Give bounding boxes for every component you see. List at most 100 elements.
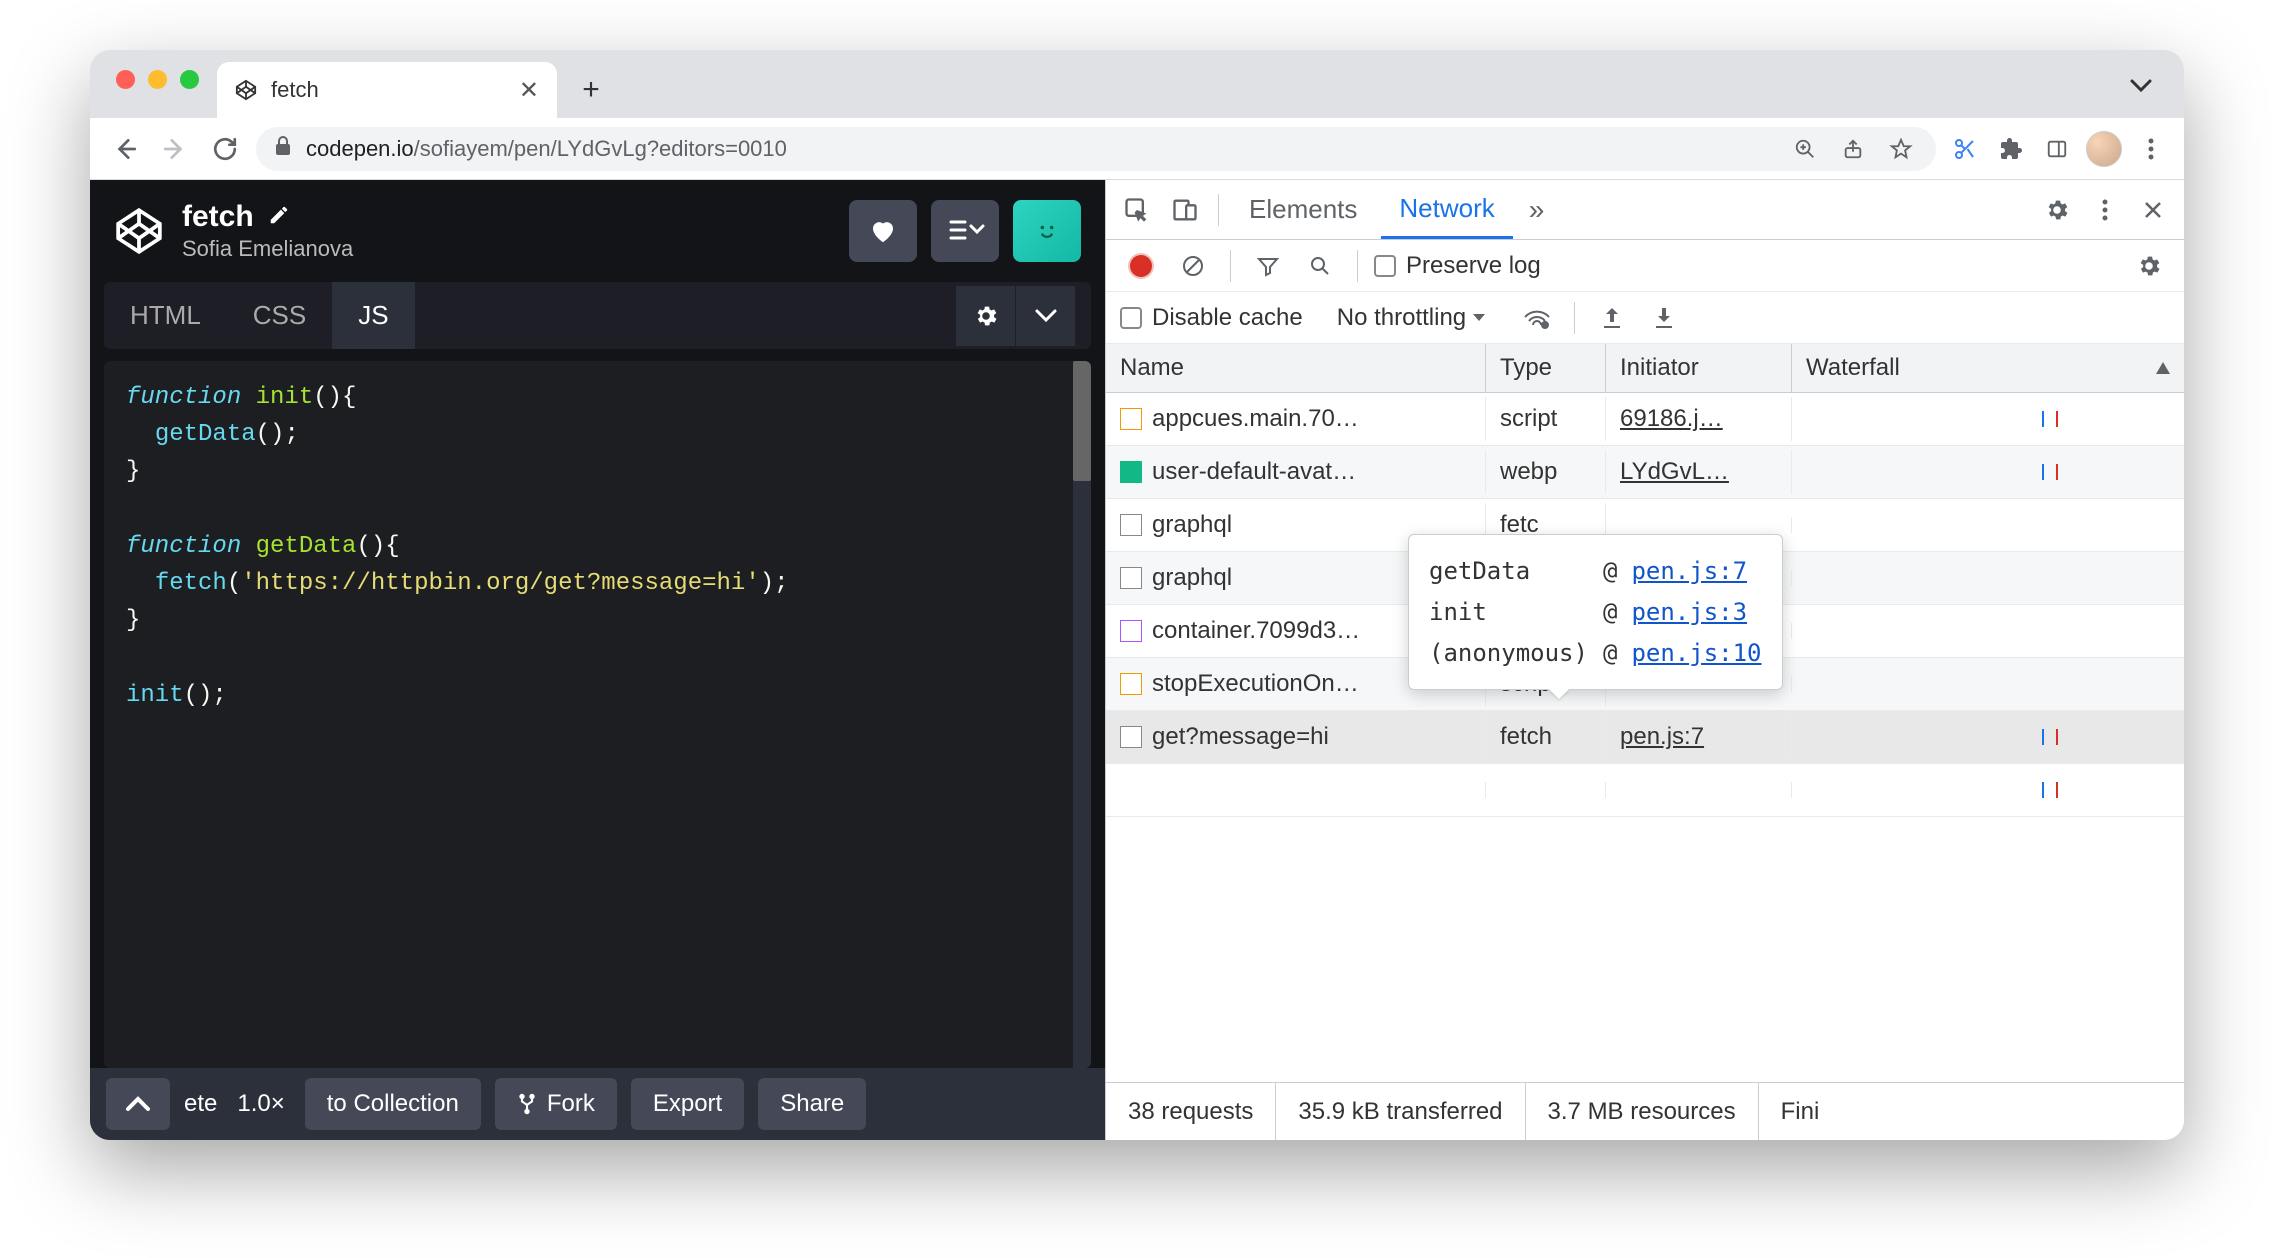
codepen-panel: fetch Sofia Emelianova xyxy=(90,180,1105,1140)
omnibar: codepen.io/sofiayem/pen/LYdGvLg?editors=… xyxy=(90,118,2184,180)
code-editor[interactable]: function init(){ getData(); } function g… xyxy=(104,361,1091,1068)
fork-button[interactable]: Fork xyxy=(495,1078,617,1130)
editor-scrollbar-thumb[interactable] xyxy=(1073,361,1091,481)
browser-tab[interactable]: fetch ✕ xyxy=(217,62,557,118)
disable-cache-label: Disable cache xyxy=(1152,304,1303,332)
codepen-logo-icon xyxy=(114,206,164,256)
share-button[interactable]: Share xyxy=(758,1078,866,1130)
scissors-icon[interactable] xyxy=(1948,132,1982,166)
initiator-link[interactable]: pen.js:7 xyxy=(1620,723,1704,751)
device-toggle-icon[interactable] xyxy=(1164,189,1206,231)
col-type[interactable]: Type xyxy=(1486,344,1606,392)
chevron-down-icon[interactable] xyxy=(2122,61,2160,108)
delete-button-fragment[interactable]: ete xyxy=(184,1090,217,1118)
fullscreen-window-button[interactable] xyxy=(180,70,199,89)
status-resources: 3.7 MB resources xyxy=(1526,1083,1759,1140)
stack-link[interactable]: pen.js:3 xyxy=(1631,592,1747,633)
filter-icon[interactable] xyxy=(1247,245,1289,287)
file-style-icon xyxy=(1120,620,1142,642)
editor-settings-button[interactable] xyxy=(955,286,1015,346)
record-button[interactable] xyxy=(1120,245,1162,287)
preserve-log-checkbox[interactable] xyxy=(1374,255,1396,277)
upload-har-icon[interactable] xyxy=(1591,297,1633,339)
kebab-menu-icon[interactable] xyxy=(2134,132,2168,166)
forward-button[interactable] xyxy=(156,130,194,168)
window-controls xyxy=(116,70,199,89)
tab-js[interactable]: JS xyxy=(332,282,414,349)
url-host: codepen.io xyxy=(306,136,414,161)
close-tab-button[interactable]: ✕ xyxy=(519,76,539,105)
star-icon[interactable] xyxy=(1884,132,1918,166)
gear-icon[interactable] xyxy=(2036,189,2078,231)
view-layout-button[interactable] xyxy=(931,200,999,262)
tab-network[interactable]: Network xyxy=(1381,181,1512,239)
main-content: fetch Sofia Emelianova xyxy=(90,180,2184,1140)
close-devtools-button[interactable] xyxy=(2132,189,2174,231)
pen-author: Sofia Emelianova xyxy=(182,236,353,262)
throttling-select[interactable]: No throttling xyxy=(1337,304,1486,332)
col-initiator[interactable]: Initiator xyxy=(1606,344,1792,392)
network-conditions-icon[interactable] xyxy=(1516,297,1558,339)
file-script-icon xyxy=(1120,408,1142,430)
to-collection-button[interactable]: to Collection xyxy=(305,1078,481,1130)
edit-title-icon[interactable] xyxy=(268,204,290,231)
minimize-window-button[interactable] xyxy=(148,70,167,89)
editor-tabs: HTML CSS JS xyxy=(104,282,1091,349)
tab-elements[interactable]: Elements xyxy=(1231,182,1375,237)
col-name[interactable]: Name xyxy=(1106,344,1486,392)
initiator-link[interactable]: LYdGvL… xyxy=(1620,458,1729,486)
inspect-element-icon[interactable] xyxy=(1116,189,1158,231)
stack-link[interactable]: pen.js:7 xyxy=(1631,551,1747,592)
export-button[interactable]: Export xyxy=(631,1078,744,1130)
lock-icon xyxy=(274,136,292,162)
file-doc-icon xyxy=(1120,514,1142,536)
back-button[interactable] xyxy=(106,130,144,168)
sidepanel-icon[interactable] xyxy=(2040,132,2074,166)
file-doc-icon xyxy=(1120,726,1142,748)
more-tabs-icon[interactable]: » xyxy=(1519,190,1555,230)
devtools-tabbar: Elements Network » xyxy=(1106,180,2184,240)
clear-button[interactable] xyxy=(1172,245,1214,287)
search-icon[interactable] xyxy=(1299,245,1341,287)
heart-button[interactable] xyxy=(849,200,917,262)
network-toolbar-2: Disable cache No throttling xyxy=(1106,292,2184,344)
initiator-link[interactable]: 69186.j… xyxy=(1620,405,1723,433)
table-row[interactable]: user-default-avat… webp LYdGvL… xyxy=(1106,446,2184,499)
new-tab-button[interactable]: + xyxy=(571,70,611,110)
editor-expand-button[interactable] xyxy=(1015,286,1075,346)
network-settings-icon[interactable] xyxy=(2128,245,2170,287)
pen-title: fetch xyxy=(182,200,254,234)
address-bar[interactable]: codepen.io/sofiayem/pen/LYdGvLg?editors=… xyxy=(256,127,1936,171)
codepen-footer: ete 1.0× to Collection Fork Export Share xyxy=(90,1068,1105,1140)
table-row[interactable]: get?message=hi fetch pen.js:7 xyxy=(1106,711,2184,764)
download-har-icon[interactable] xyxy=(1643,297,1685,339)
devtools-panel: Elements Network » xyxy=(1105,180,2184,1140)
file-doc-icon xyxy=(1120,567,1142,589)
status-finish: Fini xyxy=(1759,1083,1842,1140)
user-avatar[interactable] xyxy=(1013,200,1081,262)
tab-strip: fetch ✕ + xyxy=(90,50,2184,118)
codepen-header: fetch Sofia Emelianova xyxy=(90,180,1105,282)
kebab-icon[interactable] xyxy=(2084,189,2126,231)
tab-html[interactable]: HTML xyxy=(104,282,227,349)
col-waterfall[interactable]: Waterfall xyxy=(1792,344,2184,392)
table-row[interactable]: appcues.main.70… script 69186.j… xyxy=(1106,393,2184,446)
status-requests: 38 requests xyxy=(1106,1083,1276,1140)
tab-title: fetch xyxy=(271,77,319,103)
profile-avatar[interactable] xyxy=(2086,131,2122,167)
share-icon[interactable] xyxy=(1836,132,1870,166)
table-row-empty xyxy=(1106,764,2184,817)
tab-css[interactable]: CSS xyxy=(227,282,332,349)
preserve-log-label: Preserve log xyxy=(1406,252,1541,280)
disable-cache-checkbox[interactable] xyxy=(1120,307,1142,329)
stack-link[interactable]: pen.js:10 xyxy=(1631,633,1761,674)
footer-expand-button[interactable] xyxy=(106,1078,170,1130)
reload-button[interactable] xyxy=(206,130,244,168)
network-status-bar: 38 requests 35.9 kB transferred 3.7 MB r… xyxy=(1106,1082,2184,1140)
extensions-icon[interactable] xyxy=(1994,132,2028,166)
zoom-level[interactable]: 1.0× xyxy=(231,1090,290,1118)
zoom-icon[interactable] xyxy=(1788,132,1822,166)
initiator-stack-tooltip: getData @ pen.js:7 init @ pen.js:3 (anon… xyxy=(1408,534,1783,690)
file-image-icon xyxy=(1120,461,1142,483)
close-window-button[interactable] xyxy=(116,70,135,89)
